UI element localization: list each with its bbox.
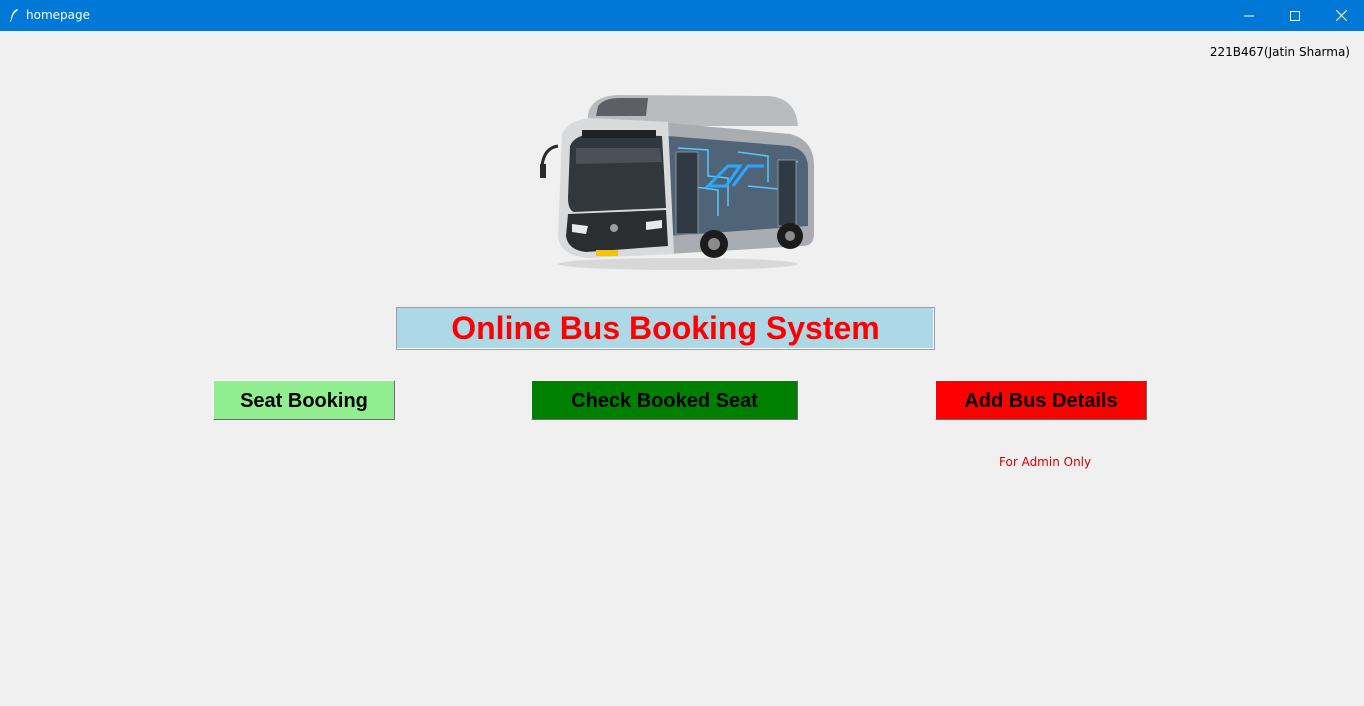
- minimize-icon: [1244, 15, 1254, 16]
- close-button[interactable]: [1318, 0, 1364, 31]
- minimize-button[interactable]: [1226, 0, 1272, 31]
- window-title: homepage: [26, 8, 90, 22]
- user-id-label: 221B467(Jatin Sharma): [1209, 45, 1350, 59]
- feather-icon: [9, 9, 18, 22]
- bus-image: [540, 95, 814, 270]
- page-title: Online Bus Booking System: [396, 307, 935, 350]
- check-booked-seat-button[interactable]: Check Booked Seat: [531, 380, 798, 420]
- title-bar[interactable]: homepage: [0, 0, 1364, 31]
- close-icon: [1335, 10, 1347, 21]
- seat-booking-button[interactable]: Seat Booking: [213, 380, 395, 420]
- maximize-button[interactable]: [1272, 0, 1318, 31]
- app-window: homepage 221B467(Jatin Sharma) Online Bu…: [0, 0, 1364, 706]
- maximize-icon: [1290, 10, 1300, 21]
- admin-only-note: For Admin Only: [999, 455, 1092, 469]
- add-bus-details-button[interactable]: Add Bus Details: [935, 380, 1147, 420]
